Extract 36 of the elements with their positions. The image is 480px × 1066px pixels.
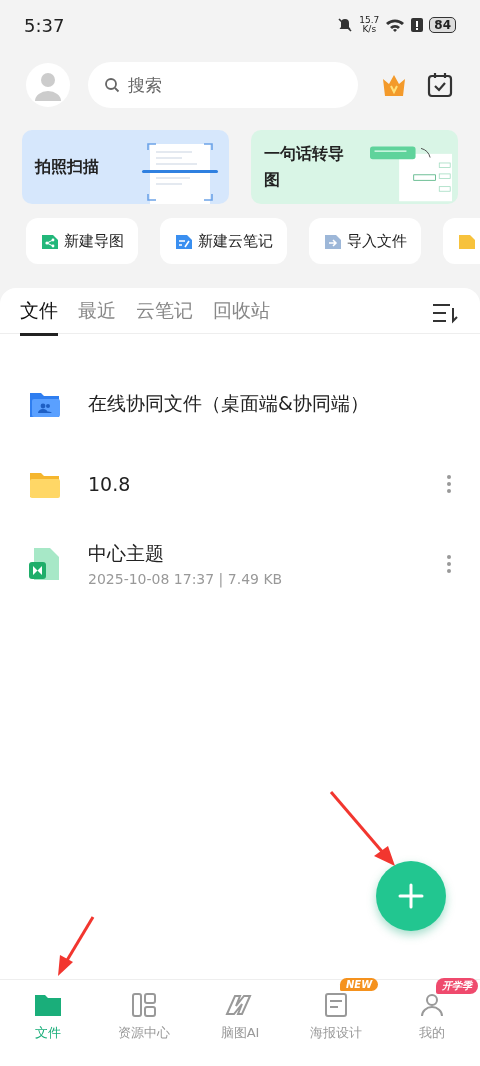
- search-field[interactable]: 搜索: [88, 62, 358, 108]
- mindmap-file-icon: [28, 547, 62, 581]
- tab[interactable]: 最近: [78, 297, 116, 336]
- bell-muted-icon: [337, 17, 354, 33]
- feature-card[interactable]: 一句话转导图: [251, 130, 458, 204]
- net-speed: 15.7: [359, 16, 380, 25]
- more-icon[interactable]: [446, 554, 452, 574]
- poster-icon: [323, 992, 349, 1018]
- file-name[interactable]: 10.8: [88, 473, 420, 495]
- tab[interactable]: 文件: [20, 297, 58, 336]
- avatar[interactable]: [26, 63, 70, 107]
- tab[interactable]: 回收站: [213, 297, 270, 336]
- calendar-check-icon[interactable]: [426, 71, 454, 99]
- quick-action-button[interactable]: 新建云笔记: [160, 218, 287, 264]
- file-name[interactable]: 中心主题: [88, 541, 420, 567]
- tab[interactable]: 云笔记: [136, 297, 193, 336]
- wifi-icon: [385, 17, 406, 33]
- add-button[interactable]: [376, 861, 446, 931]
- feature-card[interactable]: 拍照扫描: [22, 130, 229, 204]
- battery-indicator: 84: [429, 17, 456, 33]
- person-icon: [419, 992, 445, 1018]
- more-icon[interactable]: [446, 474, 452, 494]
- quick-action-button[interactable]: 新建导图: [26, 218, 138, 264]
- file-meta: 2025-10-08 17:37 | 7.49 KB: [88, 571, 284, 587]
- net-speed-unit: K/s: [362, 25, 377, 34]
- annotation-arrow: [58, 916, 95, 976]
- file-name[interactable]: 在线协同文件（桌面端&协同端）: [88, 391, 452, 417]
- plus-icon: [398, 883, 424, 909]
- search-icon: [104, 77, 120, 93]
- quick-action-button[interactable]: 导入文件: [309, 218, 421, 264]
- sort-icon[interactable]: [432, 301, 458, 324]
- nav-badge: NEW: [340, 978, 379, 991]
- sim-alert-icon: [411, 17, 424, 33]
- nav-badge: 开学季: [436, 978, 478, 994]
- status-time: 5:37: [24, 14, 65, 36]
- grid-icon: [131, 992, 157, 1018]
